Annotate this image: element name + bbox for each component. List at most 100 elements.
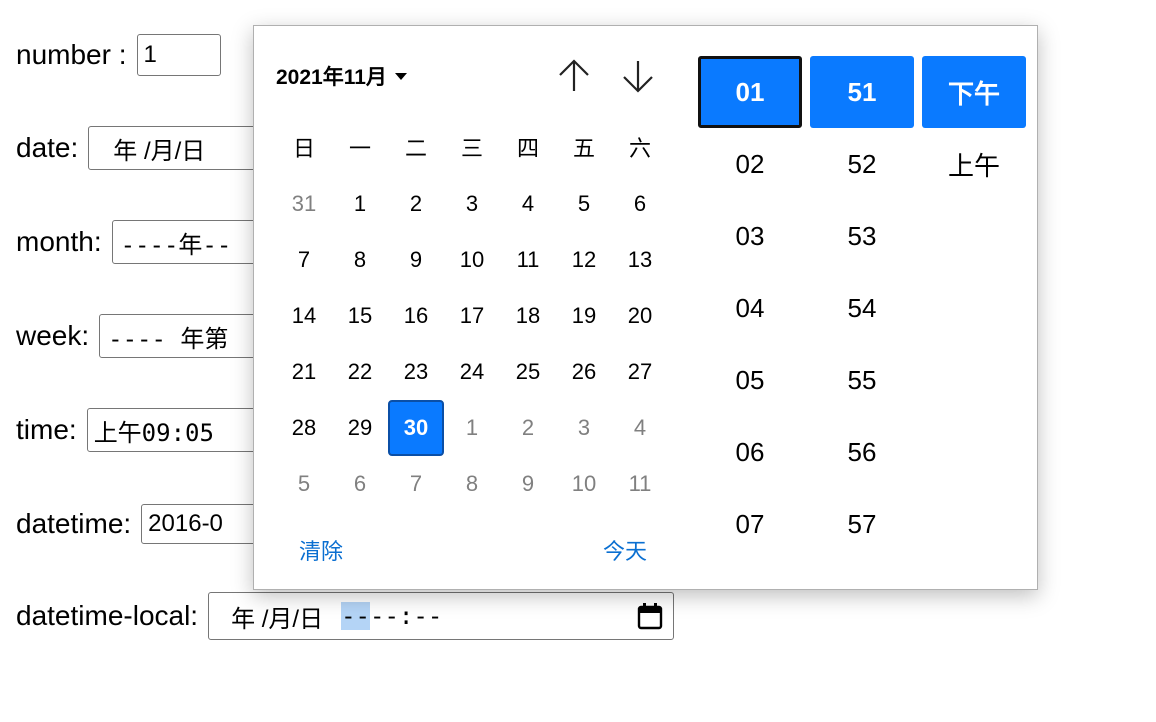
day-cell[interactable]: 8 bbox=[332, 232, 388, 288]
hour-option[interactable]: 02 bbox=[698, 128, 802, 200]
hour-option[interactable]: 06 bbox=[698, 416, 802, 488]
time-row: time: 上午09:05 bbox=[16, 408, 267, 452]
minute-option-selected[interactable]: 51 bbox=[810, 56, 914, 128]
day-cell[interactable]: 27 bbox=[612, 344, 668, 400]
day-cell[interactable]: 1 bbox=[332, 176, 388, 232]
day-cell[interactable]: 11 bbox=[612, 456, 668, 512]
hour-column: 01 02 03 04 05 06 07 bbox=[698, 56, 802, 560]
day-cell[interactable]: 15 bbox=[332, 288, 388, 344]
hour-option[interactable]: 07 bbox=[698, 488, 802, 560]
day-cell[interactable]: 11 bbox=[500, 232, 556, 288]
day-cell[interactable]: 28 bbox=[276, 400, 332, 456]
weekday-label: 一 bbox=[348, 136, 371, 161]
datetime-label: datetime: bbox=[16, 508, 132, 539]
number-input[interactable]: 1 bbox=[136, 34, 221, 76]
day-cell[interactable]: 10 bbox=[444, 232, 500, 288]
minute-option[interactable]: 57 bbox=[810, 488, 914, 560]
day-cell[interactable]: 8 bbox=[444, 456, 500, 512]
day-cell[interactable]: 2 bbox=[388, 176, 444, 232]
datetime-local-value: 年 /月/日 -- --:-- bbox=[231, 599, 442, 634]
number-value: 1 bbox=[143, 41, 157, 68]
minute-column: 51 52 53 54 55 56 57 bbox=[810, 56, 914, 560]
day-cell[interactable]: 6 bbox=[612, 176, 668, 232]
calendar-week: 31 1 2 3 4 5 6 bbox=[276, 176, 668, 232]
day-cell[interactable]: 12 bbox=[556, 232, 612, 288]
day-cell[interactable]: 25 bbox=[500, 344, 556, 400]
day-cell[interactable]: 29 bbox=[332, 400, 388, 456]
day-cell[interactable]: 3 bbox=[556, 400, 612, 456]
number-row: number : 1 bbox=[16, 34, 221, 76]
month-row: month: ----年-- bbox=[16, 220, 282, 264]
month-value: ----年-- bbox=[120, 230, 232, 259]
minute-option[interactable]: 55 bbox=[810, 344, 914, 416]
weekday-label: 三 bbox=[460, 136, 483, 161]
calendar-week: 7 8 9 10 11 12 13 bbox=[276, 232, 668, 288]
day-cell[interactable]: 4 bbox=[612, 400, 668, 456]
day-cell[interactable]: 4 bbox=[500, 176, 556, 232]
datetime-local-label: datetime-local: bbox=[16, 600, 199, 631]
month-label: month: bbox=[16, 226, 102, 257]
day-cell[interactable]: 22 bbox=[332, 344, 388, 400]
day-cell[interactable]: 20 bbox=[612, 288, 668, 344]
day-cell[interactable]: 2 bbox=[500, 400, 556, 456]
day-cell[interactable]: 10 bbox=[556, 456, 612, 512]
day-cell[interactable]: 31 bbox=[276, 176, 332, 232]
day-cell[interactable]: 14 bbox=[276, 288, 332, 344]
minute-option[interactable]: 52 bbox=[810, 128, 914, 200]
day-cell[interactable]: 3 bbox=[444, 176, 500, 232]
datetime-input[interactable]: 2016-0 bbox=[141, 504, 262, 544]
datetime-local-row: datetime-local: 年 /月/日 -- --:-- bbox=[16, 592, 675, 640]
day-cell[interactable]: 6 bbox=[332, 456, 388, 512]
minute-option[interactable]: 56 bbox=[810, 416, 914, 488]
day-cell[interactable]: 21 bbox=[276, 344, 332, 400]
day-cell[interactable]: 1 bbox=[444, 400, 500, 456]
day-cell[interactable]: 9 bbox=[500, 456, 556, 512]
today-button[interactable]: 今天 bbox=[603, 534, 647, 566]
calendar-icon[interactable] bbox=[637, 602, 663, 630]
datetime-local-input[interactable]: 年 /月/日 -- --:-- bbox=[208, 592, 675, 640]
day-cell[interactable]: 13 bbox=[612, 232, 668, 288]
datetime-row: datetime: 2016-0 bbox=[16, 504, 262, 544]
day-cell[interactable]: 5 bbox=[556, 176, 612, 232]
day-cell[interactable]: 24 bbox=[444, 344, 500, 400]
calendar-week: 21 22 23 24 25 26 27 bbox=[276, 344, 668, 400]
caret-down-icon bbox=[394, 72, 407, 80]
week-value: ---- 年第 bbox=[108, 324, 229, 353]
month-year-selector[interactable]: 2021年11月 bbox=[276, 61, 407, 91]
day-cell[interactable]: 9 bbox=[388, 232, 444, 288]
ampm-option-selected[interactable]: 下午 bbox=[922, 56, 1026, 128]
day-cell[interactable]: 5 bbox=[276, 456, 332, 512]
minute-option[interactable]: 53 bbox=[810, 200, 914, 272]
day-cell[interactable]: 18 bbox=[500, 288, 556, 344]
weekday-label: 六 bbox=[628, 136, 651, 161]
day-cell-selected[interactable]: 30 bbox=[388, 400, 444, 456]
day-cell[interactable]: 7 bbox=[276, 232, 332, 288]
time-input[interactable]: 上午09:05 bbox=[86, 408, 267, 452]
ampm-option[interactable]: 上午 bbox=[922, 128, 1026, 200]
day-cell[interactable]: 19 bbox=[556, 288, 612, 344]
calendar-week: 14 15 16 17 18 19 20 bbox=[276, 288, 668, 344]
day-cell[interactable]: 17 bbox=[444, 288, 500, 344]
datetime-local-rest-part[interactable]: --:-- bbox=[370, 602, 442, 630]
hour-option[interactable]: 05 bbox=[698, 344, 802, 416]
arrow-up-icon[interactable] bbox=[554, 56, 594, 96]
weekday-label: 日 bbox=[292, 136, 315, 161]
day-cell[interactable]: 26 bbox=[556, 344, 612, 400]
month-title: 2021年11月 bbox=[276, 66, 387, 89]
ampm-column: 下午 上午 bbox=[922, 56, 1026, 200]
day-cell[interactable]: 23 bbox=[388, 344, 444, 400]
day-cell[interactable]: 7 bbox=[388, 456, 444, 512]
weekday-header: 日 一 二 三 四 五 六 bbox=[276, 119, 668, 175]
minute-option[interactable]: 54 bbox=[810, 272, 914, 344]
time-value: 上午09:05 bbox=[93, 418, 214, 447]
hour-option[interactable]: 04 bbox=[698, 272, 802, 344]
weekday-label: 五 bbox=[572, 136, 595, 161]
arrow-down-icon[interactable] bbox=[618, 56, 658, 96]
hour-option-selected[interactable]: 01 bbox=[698, 56, 802, 128]
calendar-footer: 清除 今天 bbox=[299, 534, 647, 566]
datetime-local-hour-part[interactable]: -- bbox=[341, 602, 371, 630]
clear-button[interactable]: 清除 bbox=[299, 534, 343, 566]
day-cell[interactable]: 16 bbox=[388, 288, 444, 344]
hour-option[interactable]: 03 bbox=[698, 200, 802, 272]
week-row: week: ---- 年第 bbox=[16, 314, 280, 358]
